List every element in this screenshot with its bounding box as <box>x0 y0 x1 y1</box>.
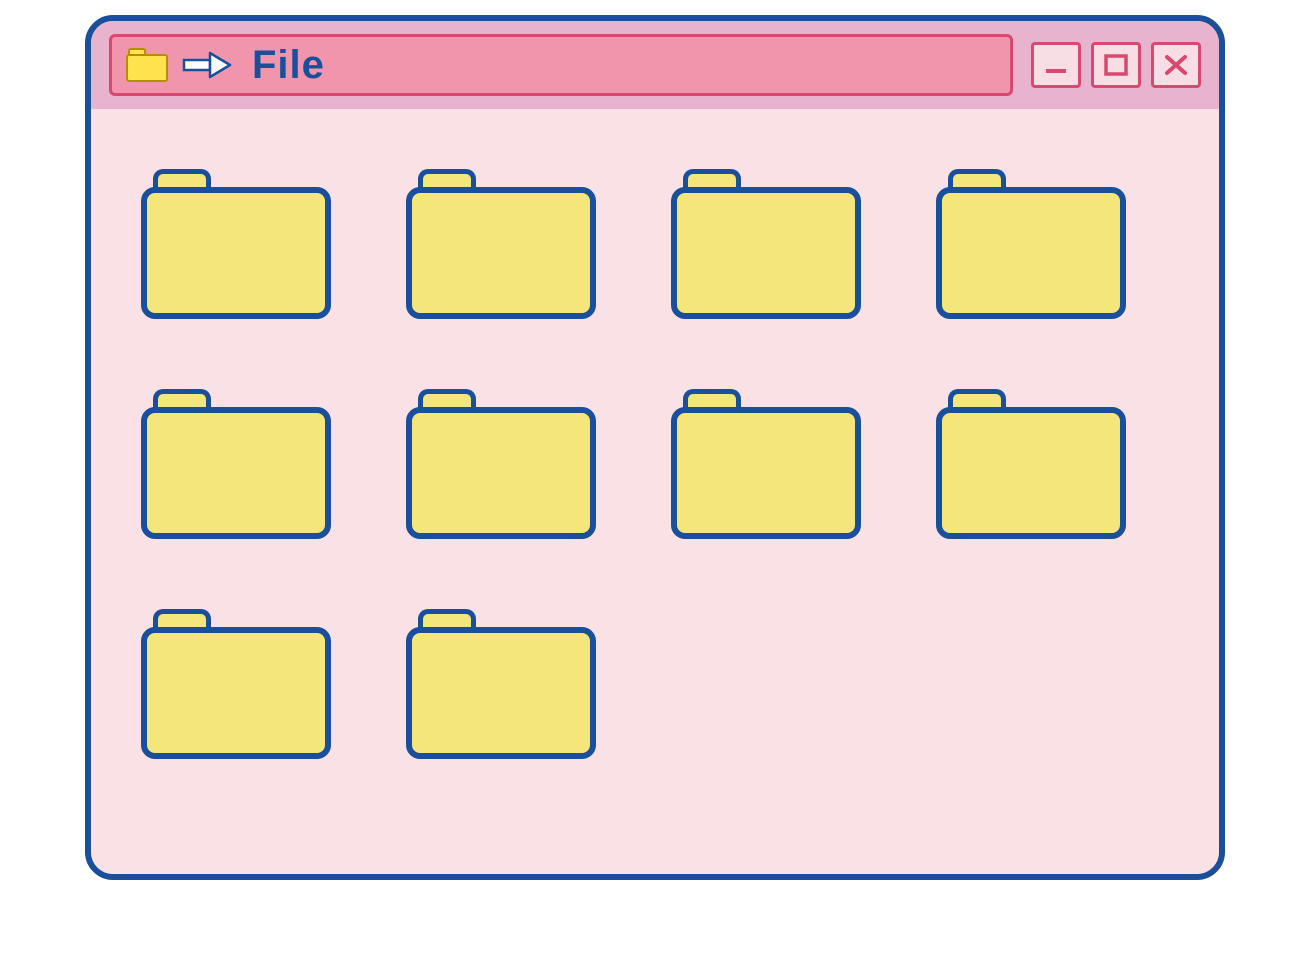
folder-item[interactable] <box>406 609 596 759</box>
folder-item[interactable] <box>936 169 1126 319</box>
folder-body <box>936 407 1126 539</box>
client-area <box>91 109 1219 874</box>
folder-item[interactable] <box>141 609 331 759</box>
close-icon <box>1163 53 1189 77</box>
minimize-button[interactable] <box>1031 42 1081 88</box>
folder-body <box>406 627 596 759</box>
folder-body <box>406 407 596 539</box>
folder-body <box>141 187 331 319</box>
minimize-icon <box>1043 53 1069 77</box>
folder-grid <box>141 169 1169 759</box>
folder-icon <box>126 48 168 82</box>
close-button[interactable] <box>1151 42 1201 88</box>
maximize-icon <box>1103 53 1129 77</box>
folder-item[interactable] <box>141 389 331 539</box>
folder-body <box>406 187 596 319</box>
menu-bar: File <box>91 21 1219 109</box>
folder-item[interactable] <box>406 169 596 319</box>
folder-item[interactable] <box>936 389 1126 539</box>
folder-body <box>141 627 331 759</box>
title-icons <box>126 48 232 82</box>
folder-item[interactable] <box>671 389 861 539</box>
maximize-button[interactable] <box>1091 42 1141 88</box>
folder-item[interactable] <box>141 169 331 319</box>
folder-item[interactable] <box>671 169 861 319</box>
folder-body <box>936 187 1126 319</box>
window-controls <box>1031 42 1201 88</box>
folder-body <box>671 407 861 539</box>
file-window: File <box>85 15 1225 880</box>
window-title: File <box>252 43 325 88</box>
folder-body <box>141 407 331 539</box>
arrow-right-icon <box>182 51 232 79</box>
folder-body <box>671 187 861 319</box>
title-bar: File <box>109 34 1013 96</box>
folder-item[interactable] <box>406 389 596 539</box>
